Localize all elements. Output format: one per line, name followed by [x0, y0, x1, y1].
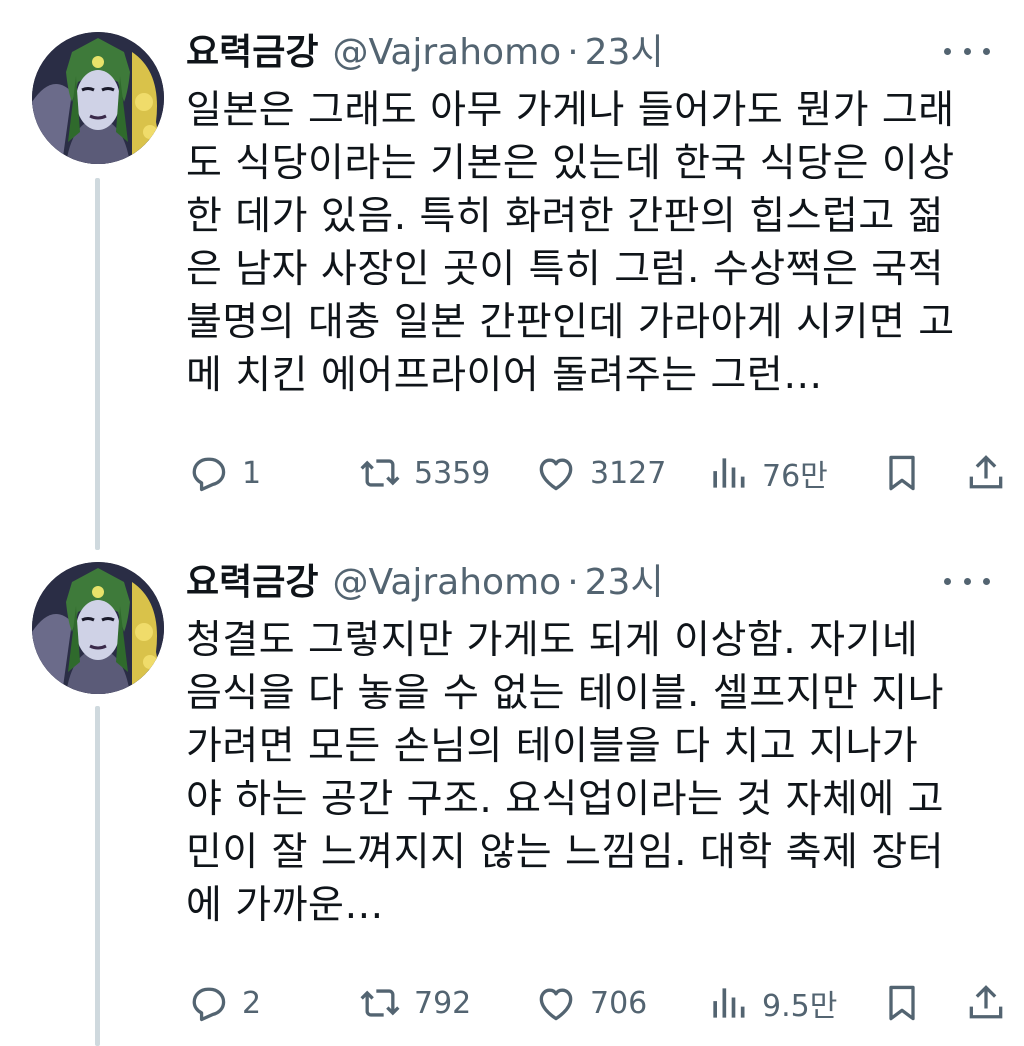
tweet-text-line: 불명의 대충 일본 간판인데 가라아게 시키면 고 — [186, 300, 955, 345]
reply-button[interactable]: 1 — [186, 443, 261, 503]
view-count: 76만 — [762, 459, 828, 494]
share-button[interactable] — [964, 443, 1008, 503]
avatar[interactable] — [32, 562, 164, 694]
more-icon[interactable] — [944, 36, 990, 66]
user-handle[interactable]: @Vajrahomo — [332, 558, 561, 608]
action-bar: 1 5359 3127 76만 — [186, 443, 1003, 503]
tweet-text: 청결도 그렇지만 가게도 되게 이상함. 자기네 음식을 다 놓을 수 없는 테… — [186, 614, 986, 932]
retweet-count: 5359 — [414, 455, 491, 491]
tweet-header: 요력금강 @Vajrahomo · 23시 — [186, 558, 664, 608]
retweet-count: 792 — [414, 985, 472, 1021]
display-name[interactable]: 요력금강 — [186, 558, 318, 608]
tweet-text-line: 가려면 모든 손님의 테이블을 다 치고 지나가 — [186, 724, 919, 769]
tweet-text-line: 도 식당이라는 기본은 있는데 한국 식당은 이상 — [186, 141, 955, 186]
tweet[interactable]: 요력금강 @Vajrahomo · 23시 청결도 그렇지만 가게도 되게 이상… — [0, 530, 1024, 1046]
like-count: 706 — [590, 985, 648, 1021]
reply-count: 2 — [242, 985, 262, 1021]
reply-count: 1 — [242, 455, 262, 491]
retweet-button[interactable]: 5359 — [358, 443, 490, 503]
like-button[interactable]: 706 — [534, 973, 647, 1033]
like-button[interactable]: 3127 — [534, 443, 666, 503]
more-icon[interactable] — [944, 566, 990, 596]
timestamp[interactable]: 23시 — [585, 28, 664, 78]
heart-icon — [539, 458, 573, 491]
tweet-text-line: 은 남자 사장인 곳이 특히 그럼. 수상쩍은 국적 — [186, 247, 945, 292]
views-button[interactable]: 76만 — [706, 443, 828, 503]
bookmark-icon — [889, 985, 915, 1021]
timestamp[interactable]: 23시 — [585, 558, 664, 608]
tweet[interactable]: 요력금강 @Vajrahomo · 23시 일본은 그래도 아무 가게나 들어가… — [0, 0, 1024, 550]
tweet-text-line: 한 데가 있음. 특히 화려한 간판의 힙스럽고 젊 — [186, 194, 945, 239]
tweet-text-line: 민이 잘 느껴지지 않는 느낌임. 대학 축제 장터 — [186, 830, 945, 875]
like-count: 3127 — [590, 455, 667, 491]
tweet-text-line: 야 하는 공간 구조. 요식업이라는 것 자체에 고 — [186, 777, 945, 822]
tweet-text-line: 청결도 그렇지만 가게도 되게 이상함. 자기네 — [186, 618, 919, 663]
reply-icon — [192, 457, 226, 492]
share-icon — [969, 455, 1003, 489]
action-bar: 2 792 706 9.5만 — [186, 973, 1003, 1033]
tweet-text-line: 에 가까운… — [186, 883, 384, 928]
retweet-icon — [360, 989, 400, 1017]
retweet-button[interactable]: 792 — [358, 973, 471, 1033]
tweet-text-line: 메 치킨 에어프라이어 돌려주는 그런… — [186, 353, 823, 398]
tweet-text: 일본은 그래도 아무 가게나 들어가도 뭔가 그래 도 식당이라는 기본은 있는… — [186, 84, 986, 402]
view-count: 9.5만 — [762, 989, 838, 1024]
tweet-header: 요력금강 @Vajrahomo · 23시 — [186, 28, 664, 78]
user-handle[interactable]: @Vajrahomo — [332, 28, 561, 78]
views-button[interactable]: 9.5만 — [706, 973, 837, 1033]
display-name[interactable]: 요력금강 — [186, 28, 318, 78]
share-button[interactable] — [964, 973, 1008, 1033]
thread-line — [95, 178, 100, 550]
views-icon — [713, 458, 745, 488]
bookmark-button[interactable] — [880, 443, 924, 503]
separator: · — [567, 562, 579, 603]
thread-line — [95, 706, 100, 1046]
reply-button[interactable]: 2 — [186, 973, 261, 1033]
avatar[interactable] — [32, 32, 164, 164]
tweet-text-line: 음식을 다 놓을 수 없는 테이블. 셀프지만 지나 — [186, 671, 945, 716]
separator: · — [567, 32, 579, 73]
reply-icon — [192, 987, 226, 1022]
heart-icon — [539, 988, 573, 1021]
views-icon — [713, 988, 745, 1018]
bookmark-icon — [889, 455, 915, 491]
share-icon — [969, 985, 1003, 1019]
tweet-text-line: 일본은 그래도 아무 가게나 들어가도 뭔가 그래 — [186, 88, 955, 133]
bookmark-button[interactable] — [880, 973, 924, 1033]
retweet-icon — [360, 459, 400, 487]
